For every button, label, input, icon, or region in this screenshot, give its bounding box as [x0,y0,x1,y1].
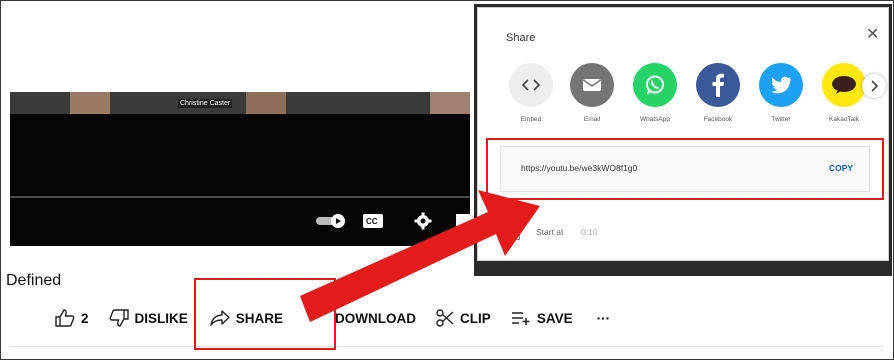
annotation-arrow [300,190,540,322]
